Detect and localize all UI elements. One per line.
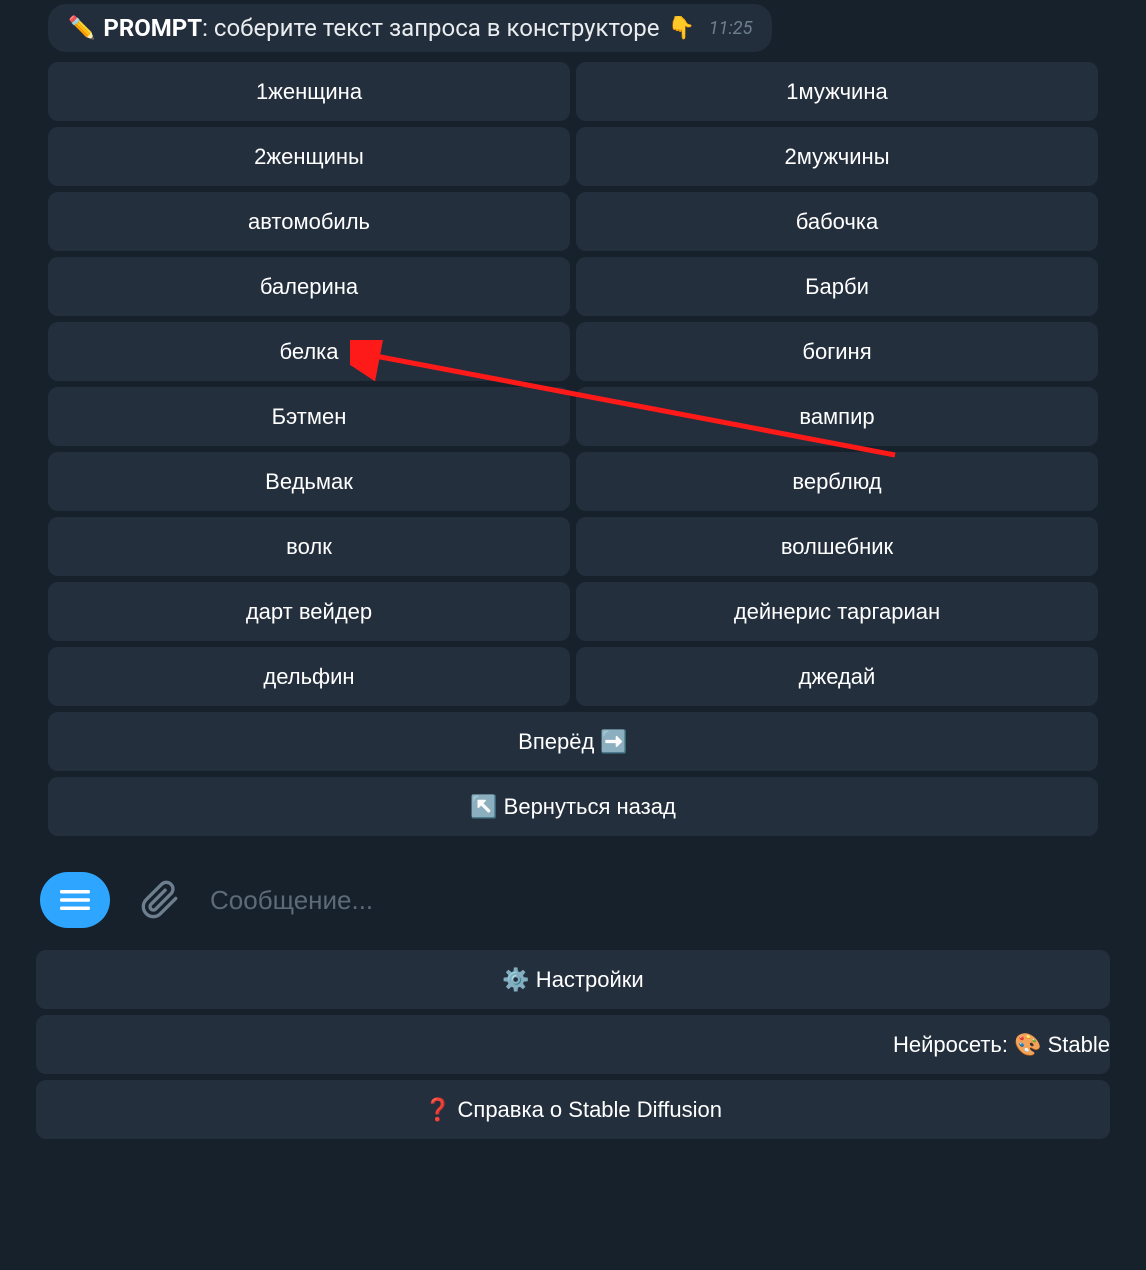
forward-button[interactable]: Вперёд ➡️ (48, 712, 1098, 771)
menu-button[interactable] (40, 872, 110, 928)
message-input[interactable] (210, 885, 1106, 916)
settings-button[interactable]: ⚙️ Настройки (36, 950, 1110, 1009)
attach-button[interactable] (138, 878, 182, 922)
option-barbie[interactable]: Барби (576, 257, 1098, 316)
option-wizard[interactable]: волшебник (576, 517, 1098, 576)
option-2women[interactable]: 2женщины (48, 127, 570, 186)
paperclip-icon (140, 880, 180, 920)
pointing-down-icon: 👇 (667, 16, 694, 41)
keyboard-grid: 1женщина 1мужчина 2женщины 2мужчины авто… (48, 62, 1098, 836)
prompt-text: : соберите текст запроса в конструкторе (202, 14, 659, 42)
option-butterfly[interactable]: бабочка (576, 192, 1098, 251)
neural-network-button[interactable]: Нейросеть: 🎨 Stable (36, 1015, 1110, 1074)
option-vampire[interactable]: вампир (576, 387, 1098, 446)
prompt-message: ✏️ PROMPT: соберите текст запроса в конс… (48, 4, 772, 52)
bottom-menu: ⚙️ Настройки Нейросеть: 🎨 Stable ❓ Справ… (0, 950, 1146, 1139)
help-button[interactable]: ❓ Справка о Stable Diffusion (36, 1080, 1110, 1139)
option-jedi[interactable]: джедай (576, 647, 1098, 706)
option-2men[interactable]: 2мужчины (576, 127, 1098, 186)
menu-icon (60, 888, 90, 912)
back-button[interactable]: ↖️ Вернуться назад (48, 777, 1098, 836)
option-daenerys[interactable]: дейнерис таргариан (576, 582, 1098, 641)
option-batman[interactable]: Бэтмен (48, 387, 570, 446)
option-camel[interactable]: верблюд (576, 452, 1098, 511)
input-row (0, 842, 1146, 950)
option-dolphin[interactable]: дельфин (48, 647, 570, 706)
pencil-icon: ✏️ (68, 16, 95, 41)
message-time: 11:25 (709, 18, 753, 39)
option-ballerina[interactable]: балерина (48, 257, 570, 316)
option-1man[interactable]: 1мужчина (576, 62, 1098, 121)
option-squirrel[interactable]: белка (48, 322, 570, 381)
option-darth-vader[interactable]: дарт вейдер (48, 582, 570, 641)
option-wolf[interactable]: волк (48, 517, 570, 576)
option-witcher[interactable]: Ведьмак (48, 452, 570, 511)
option-1woman[interactable]: 1женщина (48, 62, 570, 121)
prompt-label: PROMPT (103, 14, 202, 42)
option-car[interactable]: автомобиль (48, 192, 570, 251)
option-goddess[interactable]: богиня (576, 322, 1098, 381)
